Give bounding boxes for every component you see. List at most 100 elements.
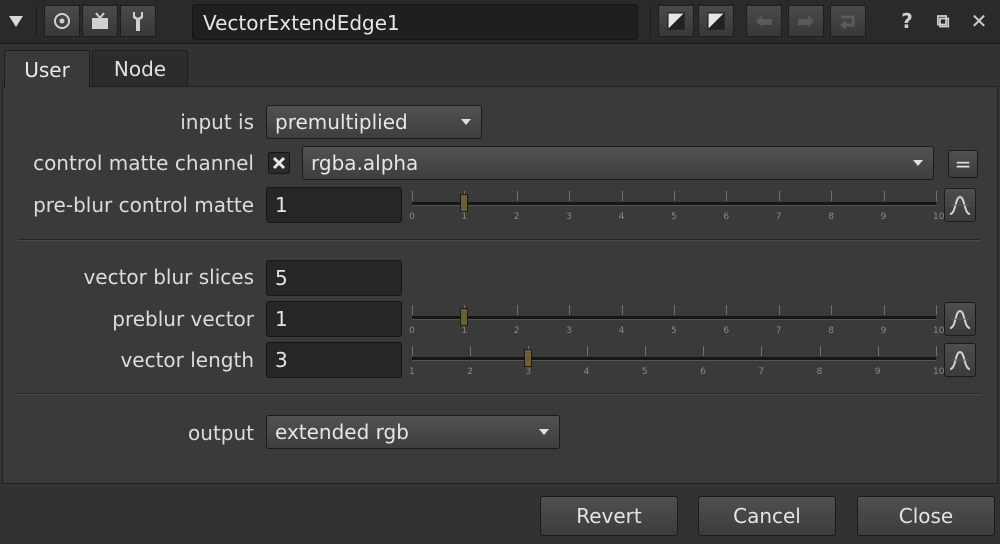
slider-tick [470,346,472,356]
slider-tick-label: 9 [880,326,887,336]
slider-handle[interactable] [460,194,469,212]
slider-tick [936,305,937,315]
input-is-dropdown[interactable]: premultiplied [266,105,482,139]
collapse-arrow-icon[interactable] [6,10,26,32]
close-button[interactable]: Close [857,496,995,536]
slider-tick-label: 6 [723,212,730,222]
slider-tick-label: 1 [461,326,468,336]
slider-tick [516,191,518,201]
slider-tick-label: 3 [566,326,572,336]
reset-button[interactable] [830,5,866,37]
revert-button[interactable]: Revert [540,496,678,536]
slider-tick [586,346,588,356]
slider-tick [726,191,728,201]
tab-user[interactable]: User [4,50,90,88]
slider-tick-label: 7 [775,212,782,222]
redo-icon [798,15,814,27]
vector-length-input[interactable]: 3 [266,342,402,378]
slider-tick [674,191,675,201]
slider-track[interactable] [412,357,936,361]
slider-tick-label: 5 [671,326,677,336]
cancel-button[interactable]: Cancel [698,496,836,536]
separator [650,6,651,36]
section-divider [18,393,980,395]
color-swatch-button-1[interactable] [658,5,694,37]
preblur-control-matte-slider[interactable]: 0 1 2 3 4 5 6 7 8 9 10 [408,188,944,224]
slider-tick-label: 8 [828,212,834,222]
slider-tick-label: 10 [933,212,945,222]
slider-tick [883,191,885,201]
control-matte-checkbox[interactable] [268,152,290,174]
undo-icon [756,15,772,27]
slider-tick [819,346,821,356]
slider-tick-label: 4 [583,367,590,377]
slider-tick [412,346,413,356]
color-swatch-button-2[interactable] [698,5,734,37]
slider-handle[interactable] [524,349,533,367]
preblur-vector-slider[interactable]: 0 1 2 3 4 5 6 7 8 9 10 [408,302,944,338]
slider-tick [936,346,937,356]
animation-curve-button[interactable] [944,302,976,336]
vector-length-slider[interactable]: 1 2 3 4 5 6 7 8 9 10 [408,343,944,379]
wrench-button[interactable] [120,5,156,37]
slider-tick-label: 3 [525,367,532,377]
slider-tick-label: 1 [409,367,415,377]
redo-button[interactable] [788,5,824,37]
slider-tick [761,346,763,356]
slider-tick-label: 2 [467,367,473,377]
slider-tick-label: 8 [816,367,823,377]
slider-tick-label: 8 [828,326,834,336]
viewer-icon-button[interactable] [44,5,80,37]
float-window-icon[interactable]: ⧉ [930,6,956,36]
slider-tick [936,191,937,201]
slider-tick [778,305,780,315]
slider-tick-label: 10 [933,326,945,336]
slider-tick-label: 4 [618,326,625,336]
node-tv-button[interactable] [82,5,118,37]
slider-tick-label: 6 [700,367,706,377]
output-dropdown[interactable]: extended rgb [266,415,560,449]
chevron-down-icon [461,119,471,125]
slider-tick-label: 6 [723,326,730,336]
slider-tick-label: 2 [513,326,520,336]
slider-tick [726,305,728,315]
tv-icon [92,12,108,29]
control-matte-channel-label: control matte channel [33,151,254,175]
slider-tick [569,191,571,201]
animation-curve-button[interactable] [944,188,976,222]
slider-tick [621,305,623,315]
preblur-vector-label: preblur vector [112,307,254,331]
control-matte-channel-dropdown[interactable]: rgba.alpha [302,146,934,180]
chevron-down-icon [913,160,923,166]
slider-tick [644,346,646,356]
node-name-field[interactable]: VectorExtendEdge1 [192,4,638,40]
slider-handle[interactable] [460,308,469,326]
chevron-down-icon [539,429,549,435]
slider-tick-label: 7 [758,367,765,377]
control-matte-channel-value: rgba.alpha [311,151,419,175]
undo-button[interactable] [746,5,782,37]
preblur-vector-input[interactable]: 1 [266,301,402,337]
section-divider [18,239,980,241]
curve-icon [949,195,971,215]
curve-icon [949,350,971,370]
help-icon[interactable]: ? [896,6,918,36]
slider-tick [516,305,518,315]
x-mark-icon [272,156,286,170]
preblur-control-matte-input[interactable]: 1 [266,187,402,223]
slider-tick-label: 4 [618,212,625,222]
slider-tick-label: 10 [933,367,945,377]
circle-dot-icon [54,13,70,29]
color-swatch-icon [707,12,725,30]
close-window-icon[interactable]: ✕ [966,6,992,36]
slider-tick-label: 2 [513,212,520,222]
vector-length-label: vector length [120,348,254,372]
animation-curve-button[interactable] [944,343,976,377]
slider-track[interactable] [412,316,936,320]
vector-blur-slices-input[interactable]: 5 [266,260,402,296]
tab-node[interactable]: Node [92,50,188,86]
slider-tick [883,305,885,315]
slider-tick [674,305,675,315]
slider-track[interactable] [412,202,936,206]
channel-link-button[interactable]: = [948,150,978,178]
